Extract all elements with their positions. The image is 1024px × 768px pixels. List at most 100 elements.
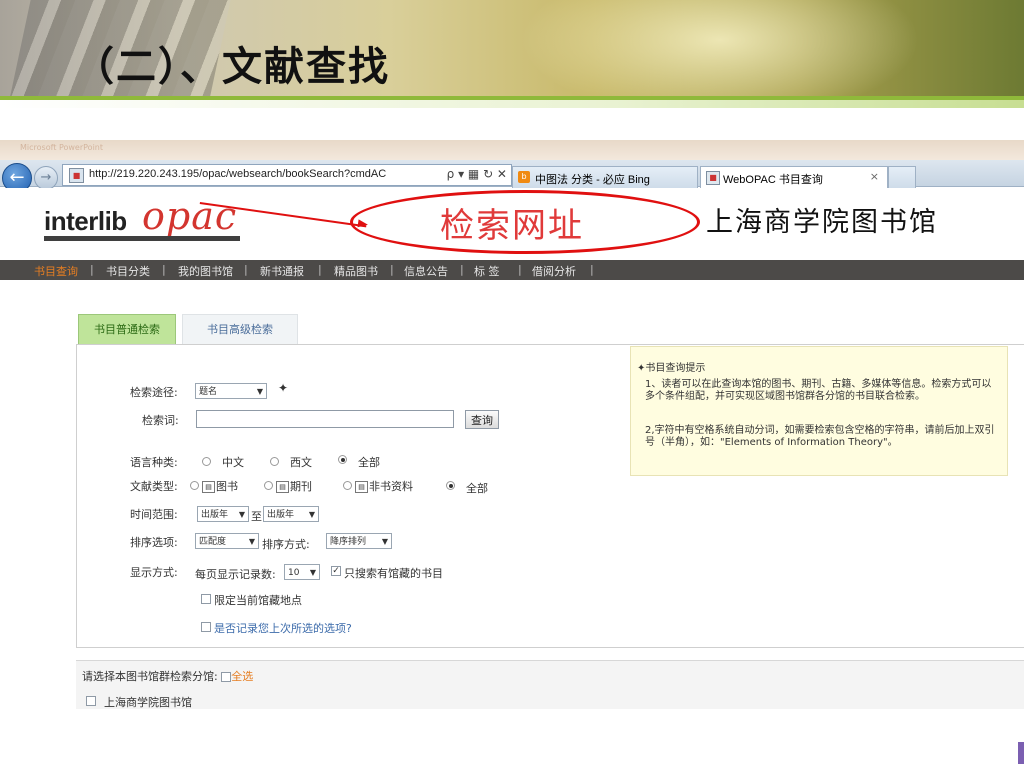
option-doctype-all: 全部: [466, 482, 488, 495]
radio-language-chinese[interactable]: [202, 457, 211, 466]
chevron-down-icon: ▼: [256, 387, 263, 396]
nav-item-borrow-analysis[interactable]: 借阅分析: [532, 263, 576, 279]
option-doctype-book-label: 图书: [216, 480, 238, 493]
sort-value: 匹配度: [199, 537, 227, 547]
time-to-select[interactable]: 出版年 ▼: [263, 506, 319, 522]
header-glow: [520, 0, 920, 100]
nav-separator: |: [244, 263, 248, 276]
annotation-text: 检索网址: [440, 206, 584, 246]
nav-item-new-books[interactable]: 新书通报: [260, 263, 304, 279]
address-tools[interactable]: ρ ▾ ▦ ↻ ✕: [447, 167, 507, 181]
nav-item-featured[interactable]: 精品图书: [334, 263, 378, 279]
page-icon: ■: [69, 168, 84, 183]
search-path-label: 检索途径:: [130, 386, 178, 399]
tab-label: WebOPAC 书目查询: [723, 174, 823, 186]
nav-item-notices[interactable]: 信息公告: [404, 263, 448, 279]
tab-advanced-search[interactable]: 书目高级检索: [182, 314, 298, 345]
option-doctype-book: ▤ 图书: [202, 478, 238, 494]
address-bar[interactable]: ■ http://219.220.243.195/opac/websearch/…: [62, 164, 512, 186]
logo-interlib: interlib: [44, 206, 127, 236]
limit-location-checkbox[interactable]: [201, 594, 211, 604]
chevron-down-icon: ▼: [238, 510, 245, 519]
select-all-checkbox[interactable]: [221, 672, 232, 682]
radio-doctype-all[interactable]: [446, 481, 455, 490]
search-tips-title: ✦书目查询提示: [637, 359, 705, 374]
time-to-value: 出版年: [267, 510, 295, 520]
arrow-right-icon: →: [40, 170, 52, 185]
option-doctype-nonbook-label: 非书资料: [369, 480, 413, 493]
nav-separator: |: [590, 263, 594, 276]
tab-bing[interactable]: b 中图法 分类 - 必应 Bing: [512, 166, 698, 189]
search-tips-para-2: 2,字符中有空格系统自动分词，如需要检索包含空格的字符串，请前后加上双引号（半角…: [645, 425, 995, 448]
time-from-select[interactable]: 出版年 ▼: [197, 506, 249, 522]
keyword-label: 检索词:: [142, 414, 179, 427]
branch-item: 上海商学院图书馆: [104, 696, 192, 709]
sort-method-value: 降序排列: [330, 537, 367, 547]
branch-checkbox[interactable]: [86, 696, 96, 706]
nav-separator: |: [318, 263, 322, 276]
tab-basic-search[interactable]: 书目普通检索: [78, 314, 176, 346]
time-range-label: 时间范围:: [130, 508, 178, 521]
header-divider-gradient: [0, 100, 1024, 108]
nav-separator: |: [518, 263, 522, 276]
pin-icon[interactable]: ✦: [278, 381, 288, 395]
time-from-value: 出版年: [201, 510, 229, 520]
nav-separator: |: [390, 263, 394, 276]
per-page-select[interactable]: 10 ▼: [284, 564, 320, 580]
nav-separator: |: [460, 263, 464, 276]
query-button[interactable]: 查询: [465, 410, 499, 429]
tab-webopac[interactable]: ■ WebOPAC 书目查询 ×: [700, 166, 888, 189]
option-doctype-nonbook: ▤ 非书资料: [355, 478, 413, 494]
option-language-western: 西文: [290, 456, 312, 469]
radio-doctype-journal[interactable]: [264, 481, 273, 490]
sort-method-label: 排序方式:: [262, 538, 310, 551]
page-icon: ■: [706, 171, 720, 185]
logo-opac: opac: [142, 194, 238, 238]
journal-icon: ▤: [276, 481, 289, 493]
remember-options-link[interactable]: 是否记录您上次所选的选项?: [214, 620, 352, 636]
scrollbar-thumb[interactable]: [1018, 742, 1024, 764]
forward-button[interactable]: →: [34, 166, 58, 190]
option-language-chinese: 中文: [222, 456, 244, 469]
book-icon: ▤: [202, 481, 215, 493]
bing-icon: b: [518, 171, 530, 183]
only-holdings-label: 只搜索有馆藏的书目: [344, 567, 443, 580]
option-language-all: 全部: [358, 456, 380, 469]
nav-item-book-category[interactable]: 书目分类: [106, 263, 150, 279]
branch-label-text: 请选择本图书馆群检索分馆:: [82, 670, 218, 683]
select-all-link[interactable]: 全选: [231, 670, 253, 683]
search-path-select[interactable]: 题名 ▼: [195, 383, 267, 399]
per-page-label: 每页显示记录数:: [195, 568, 276, 581]
radio-language-western[interactable]: [270, 457, 279, 466]
nav-item-tags[interactable]: 标 签: [474, 263, 500, 279]
nav-item-my-library[interactable]: 我的图书馆: [178, 263, 233, 279]
new-tab-button[interactable]: [888, 166, 916, 189]
chevron-down-icon: ▼: [308, 510, 315, 519]
only-holdings-checkbox[interactable]: ✓: [331, 566, 341, 576]
sort-select[interactable]: 匹配度 ▼: [195, 533, 259, 549]
option-doctype-journal-label: 期刊: [290, 480, 312, 493]
chevron-down-icon: ▼: [248, 537, 255, 546]
time-to-text: 至: [251, 510, 262, 523]
nav-item-book-search[interactable]: 书目查询: [34, 263, 78, 279]
option-doctype-journal: ▤ 期刊: [276, 478, 312, 494]
display-label: 显示方式:: [130, 566, 178, 579]
radio-doctype-book[interactable]: [190, 481, 199, 490]
search-path-value: 题名: [199, 387, 218, 397]
search-tips-para-1: 1、读者可以在此查询本馆的图书、期刊、古籍、多媒体等信息。检索方式可以多个条件组…: [645, 379, 992, 402]
search-tips-box: ✦书目查询提示 1、读者可以在此查询本馆的图书、期刊、古籍、多媒体等信息。检索方…: [630, 346, 1008, 476]
keyword-input[interactable]: [196, 410, 454, 428]
limit-location-label: 限定当前馆藏地点: [214, 594, 302, 607]
per-page-value: 10: [288, 568, 300, 578]
search-tips-title-text: 书目查询提示: [645, 363, 706, 374]
radio-language-all[interactable]: [338, 455, 347, 464]
chevron-down-icon: ▼: [381, 537, 388, 546]
sort-method-select[interactable]: 降序排列 ▼: [326, 533, 392, 549]
remember-options-checkbox[interactable]: [201, 622, 211, 632]
site-header: interlib opac 检索网址 上海商学院图书馆: [0, 188, 1024, 254]
radio-doctype-nonbook[interactable]: [343, 481, 352, 490]
window-titlebar: Microsoft PowerPoint: [0, 140, 1024, 160]
nav-separator: |: [90, 263, 94, 276]
close-icon[interactable]: ×: [870, 170, 879, 183]
slide-header-banner: （二）、文献查找: [0, 0, 1024, 100]
